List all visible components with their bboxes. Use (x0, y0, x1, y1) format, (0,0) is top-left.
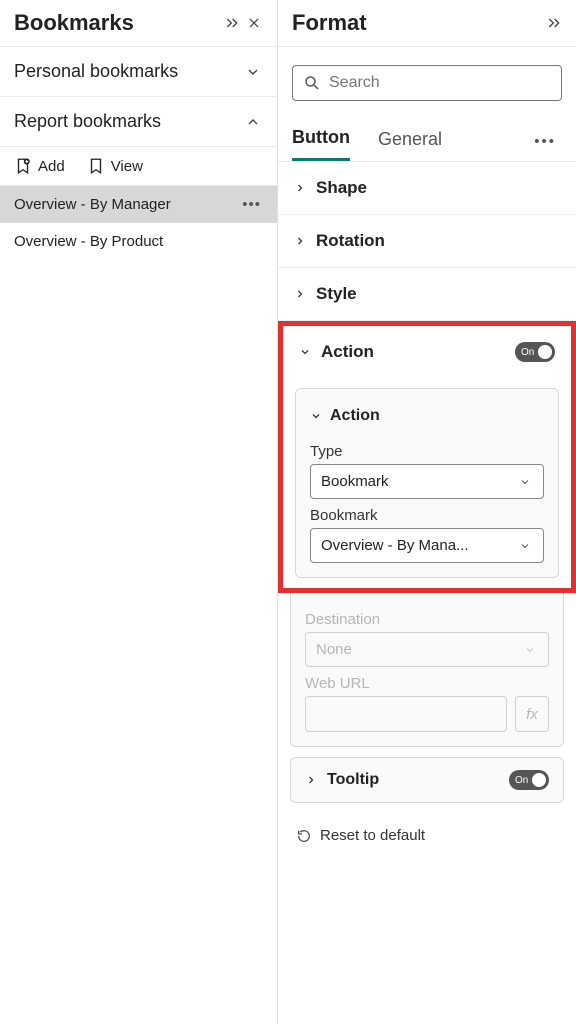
chevron-right-icon (305, 774, 319, 786)
tooltip-toggle[interactable]: On (509, 770, 549, 790)
add-bookmark-button[interactable]: Add (14, 157, 65, 175)
type-label: Type (310, 443, 544, 460)
section-action[interactable]: Action On (283, 326, 571, 378)
bookmarks-panel: Bookmarks Personal bookmarks Report book… (0, 0, 278, 1024)
weburl-row: fx (305, 696, 549, 732)
reset-label: Reset to default (320, 827, 425, 844)
report-bookmarks-section[interactable]: Report bookmarks (0, 97, 277, 147)
chevron-right-icon (294, 235, 308, 247)
search-field[interactable] (329, 74, 551, 92)
destination-select: None (305, 632, 549, 667)
type-select[interactable]: Bookmark (310, 464, 544, 499)
bookmark-value: Overview - By Mana... (321, 537, 519, 554)
section-label: Action (321, 342, 515, 362)
section-rotation[interactable]: Rotation (278, 215, 576, 268)
section-shape[interactable]: Shape (278, 162, 576, 215)
type-value: Bookmark (321, 473, 519, 490)
chevron-down-icon (524, 644, 538, 656)
action-card: Action Type Bookmark Bookmark Overview -… (295, 388, 559, 578)
section-style[interactable]: Style (278, 268, 576, 321)
action-card-title: Action (330, 407, 380, 425)
bookmarks-header: Bookmarks (0, 0, 277, 47)
bookmark-item[interactable]: Overview - By Product (0, 223, 277, 260)
weburl-label: Web URL (305, 675, 549, 692)
chevron-down-icon (519, 540, 533, 552)
more-icon[interactable]: ••• (240, 196, 263, 213)
format-panel: Format Button General ••• Shape Rotation (278, 0, 576, 1024)
toggle-on-label: On (515, 775, 528, 786)
format-title: Format (292, 10, 546, 36)
format-header: Format (278, 0, 576, 47)
bookmark-select[interactable]: Overview - By Mana... (310, 528, 544, 563)
fx-label: fx (526, 706, 538, 723)
format-body: Button General ••• Shape Rotation Style (278, 47, 576, 858)
weburl-input (305, 696, 507, 732)
chevron-down-icon (310, 410, 324, 422)
tabs-more-icon[interactable]: ••• (534, 133, 562, 150)
chevron-up-icon (245, 114, 263, 130)
section-label: Shape (316, 178, 560, 198)
section-label: Rotation (316, 231, 560, 251)
view-label: View (111, 158, 143, 175)
reset-to-default-button[interactable]: Reset to default (278, 813, 576, 858)
chevron-right-icon (294, 288, 308, 300)
tooltip-label: Tooltip (327, 771, 509, 789)
section-tooltip[interactable]: Tooltip On (290, 757, 564, 803)
bookmark-item-label: Overview - By Product (14, 233, 263, 250)
bookmark-item[interactable]: Overview - By Manager ••• (0, 186, 277, 223)
action-toggle[interactable]: On (515, 342, 555, 362)
personal-bookmarks-title: Personal bookmarks (14, 61, 245, 82)
tab-button[interactable]: Button (292, 121, 350, 161)
tab-general[interactable]: General (378, 123, 442, 160)
action-highlight-box: Action On Action Type Bookmark (278, 321, 576, 593)
personal-bookmarks-section[interactable]: Personal bookmarks (0, 47, 277, 97)
bookmarks-title: Bookmarks (14, 10, 221, 36)
bookmarks-toolbar: Add View (0, 147, 277, 186)
chevron-down-icon (299, 346, 313, 358)
chevron-right-icon (294, 182, 308, 194)
toggle-on-label: On (521, 347, 534, 358)
bookmark-item-label: Overview - By Manager (14, 196, 240, 213)
format-tabs: Button General ••• (278, 115, 576, 162)
fx-button[interactable]: fx (515, 696, 549, 732)
chevron-down-icon (519, 476, 533, 488)
action-card-header[interactable]: Action (310, 399, 544, 435)
view-bookmark-button[interactable]: View (87, 157, 143, 175)
chevron-down-icon (245, 64, 263, 80)
destination-value: None (316, 641, 524, 658)
action-card-lower: Destination None Web URL fx (290, 593, 564, 747)
search-input[interactable] (292, 65, 562, 101)
collapse-icon[interactable] (546, 15, 562, 31)
destination-label: Destination (305, 611, 549, 628)
section-label: Style (316, 284, 560, 304)
report-bookmarks-title: Report bookmarks (14, 111, 245, 132)
close-icon[interactable] (243, 16, 265, 30)
bookmark-label: Bookmark (310, 507, 544, 524)
collapse-icon[interactable] (221, 15, 243, 31)
add-label: Add (38, 158, 65, 175)
